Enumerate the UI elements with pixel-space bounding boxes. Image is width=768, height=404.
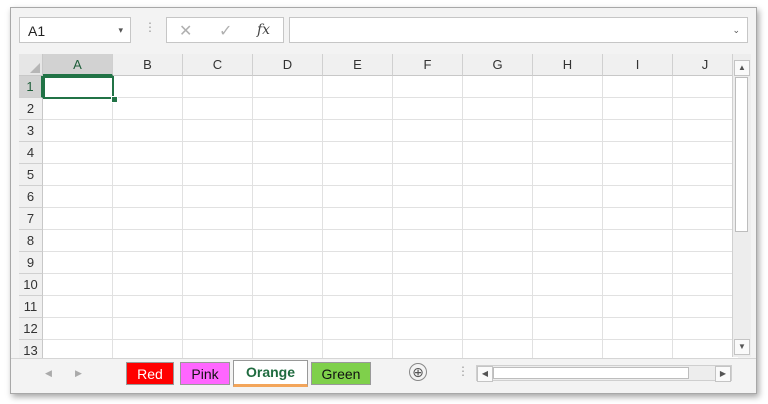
select-all-icon — [30, 63, 40, 73]
scroll-left-icon[interactable]: ◀ — [477, 366, 493, 382]
column-header[interactable]: C — [183, 54, 253, 76]
sheet-tab-green[interactable]: Green — [311, 362, 371, 385]
row-header[interactable]: 1 — [19, 76, 43, 98]
sheet-tab-orange[interactable]: Orange — [233, 360, 308, 387]
column-header[interactable]: J — [673, 54, 738, 76]
horizontal-scrollbar[interactable]: ◀ ▶ — [476, 365, 732, 382]
column-header[interactable]: A — [43, 54, 113, 76]
expand-formula-icon[interactable]: ⌄ — [732, 25, 740, 36]
row-header[interactable]: 11 — [19, 296, 43, 318]
cancel-icon[interactable]: ✕ — [179, 21, 192, 41]
row-header[interactable]: 2 — [19, 98, 43, 120]
spreadsheet-window: A1 ▾ ⋮ ✕ ✓ fx ⌄ ABCDEFGHIJ 1 2 3 4 5 6 7 8 9 10 11… — [10, 7, 757, 394]
row-header[interactable]: 10 — [19, 274, 43, 296]
formula-buttons: ✕ ✓ fx — [166, 17, 284, 43]
name-box-value: A1 — [28, 23, 46, 39]
row-header[interactable]: 7 — [19, 208, 43, 230]
column-header[interactable]: I — [603, 54, 673, 76]
tab-splitter-icon[interactable]: ⋮ — [457, 364, 469, 378]
column-header[interactable]: D — [253, 54, 323, 76]
select-all-button[interactable] — [19, 54, 43, 76]
chevron-down-icon[interactable]: ▾ — [118, 25, 123, 36]
column-header[interactable]: E — [323, 54, 393, 76]
vertical-scroll-thumb[interactable] — [735, 77, 748, 232]
scroll-up-icon[interactable]: ▲ — [734, 60, 750, 76]
scroll-right-icon[interactable]: ▶ — [715, 366, 731, 382]
row-header[interactable]: 4 — [19, 142, 43, 164]
active-cell[interactable] — [43, 76, 114, 99]
sheet-tab-pink[interactable]: Pink — [180, 362, 230, 385]
column-header[interactable]: G — [463, 54, 533, 76]
row-header[interactable]: 9 — [19, 252, 43, 274]
scroll-down-icon[interactable]: ▼ — [734, 339, 750, 355]
row-header[interactable]: 5 — [19, 164, 43, 186]
sheet-tab-red[interactable]: Red — [126, 362, 174, 385]
column-header[interactable]: B — [113, 54, 183, 76]
row-header[interactable]: 3 — [19, 120, 43, 142]
horizontal-scroll-thumb[interactable] — [493, 367, 689, 379]
row-header[interactable]: 6 — [19, 186, 43, 208]
row-header[interactable]: 12 — [19, 318, 43, 340]
next-sheet-icon[interactable]: ▶ — [75, 368, 82, 379]
enter-icon[interactable]: ✓ — [219, 21, 232, 41]
name-box[interactable]: A1 ▾ — [19, 17, 131, 43]
column-header[interactable]: F — [393, 54, 463, 76]
row-header[interactable]: 8 — [19, 230, 43, 252]
insert-function-icon[interactable]: fx — [257, 22, 270, 38]
vertical-scrollbar[interactable]: ▲ ▼ — [732, 54, 751, 357]
column-header[interactable]: H — [533, 54, 603, 76]
drag-handle-icon[interactable]: ⋮ — [144, 20, 156, 34]
formula-input[interactable]: ⌄ — [289, 17, 748, 43]
prev-sheet-icon[interactable]: ◀ — [45, 368, 52, 379]
cell-area[interactable] — [43, 76, 738, 364]
fill-handle[interactable] — [111, 96, 118, 103]
sheet-tab-bar: ◀ ▶ Red Pink Orange Green ⊕ ⋮ ◀ ▶ — [11, 358, 756, 393]
add-sheet-icon[interactable]: ⊕ — [409, 363, 427, 381]
